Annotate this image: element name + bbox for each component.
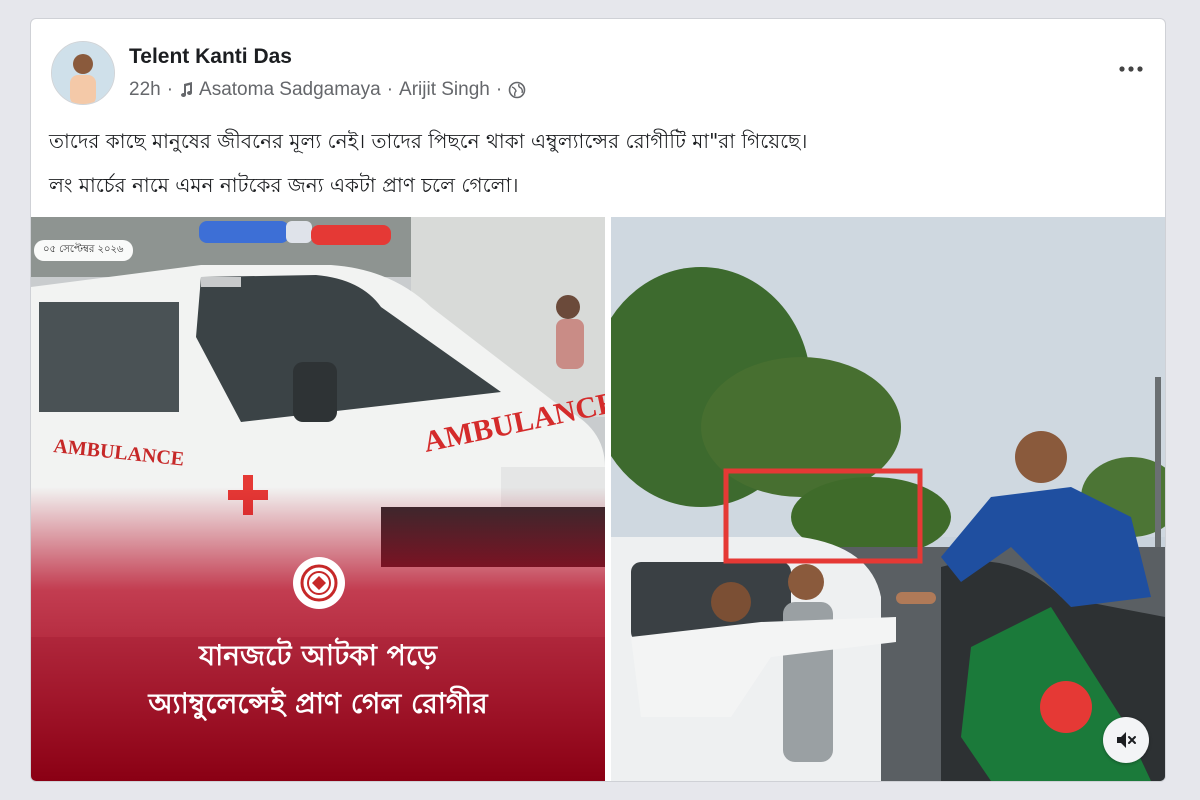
avatar[interactable] <box>51 41 115 105</box>
post-time[interactable]: 22h <box>129 79 161 101</box>
meta-separator: · <box>166 79 174 100</box>
caption-line: তাদের কাছে মানুষের জীবনের মূল্য নেই। তাদ… <box>49 129 808 153</box>
music-artist[interactable]: Arijit Singh <box>399 79 490 101</box>
speaker-muted-icon[interactable] <box>1103 717 1149 763</box>
news-card-photo[interactable]: AMBULANCE AMBULANCE ০৫ সেপ্টেম্বর ২০২৬ য… <box>31 217 605 781</box>
post-header: Telent Kanti Das 22h · Asatoma Sadgamaya… <box>31 19 1165 119</box>
globe-icon[interactable] <box>508 81 526 99</box>
meta-separator: · <box>495 79 503 100</box>
rally-photo[interactable] <box>611 217 1165 781</box>
headline-line: যানজটে আটকা পড়ে <box>199 639 437 672</box>
caption-line: লং মার্চের নামে এমন নাটকের জন্য একটা প্র… <box>49 173 519 197</box>
post-meta: 22h · Asatoma Sadgamaya · Arijit Singh · <box>129 79 526 101</box>
more-options-icon[interactable] <box>1113 57 1149 81</box>
post-media[interactable]: AMBULANCE AMBULANCE ০৫ সেপ্টেম্বর ২০২৬ য… <box>31 217 1165 781</box>
meta-separator: · <box>386 79 394 100</box>
headline-line: অ্যাম্বুলেন্সেই প্রাণ গেল রোগীর <box>148 687 488 720</box>
date-badge: ০৫ সেপ্টেম্বর ২০২৬ <box>34 240 133 261</box>
music-title[interactable]: Asatoma Sadgamaya <box>199 79 381 101</box>
news-headline: যানজটে আটকা পড়ে অ্যাম্বুলেন্সেই প্রাণ গ… <box>31 632 605 728</box>
author-name[interactable]: Telent Kanti Das <box>129 45 292 69</box>
music-note-icon <box>179 82 193 98</box>
post-caption: তাদের কাছে মানুষের জীবনের মূল্য নেই। তাদ… <box>49 119 1149 207</box>
news-logo-icon <box>293 557 345 609</box>
post-card: Telent Kanti Das 22h · Asatoma Sadgamaya… <box>30 18 1166 782</box>
